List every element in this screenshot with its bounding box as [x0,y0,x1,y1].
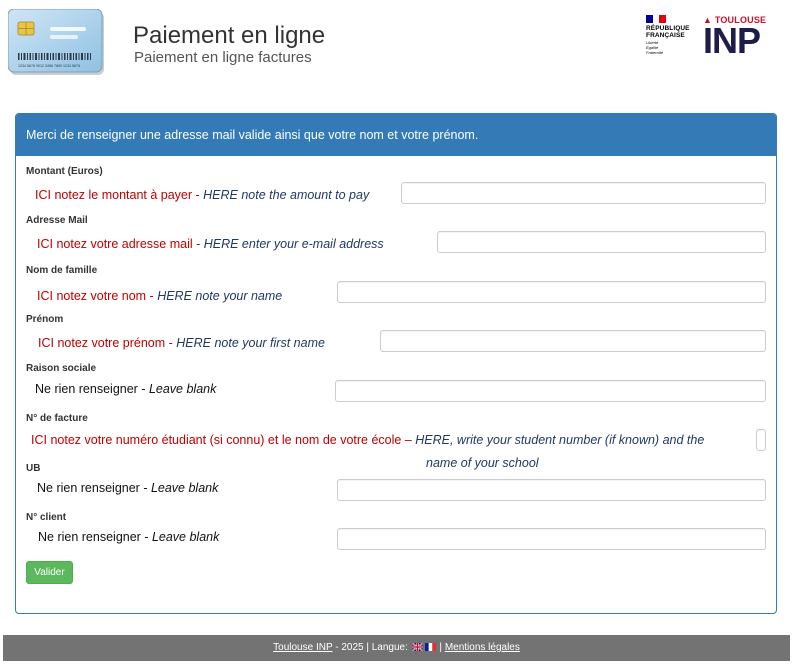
email-label: Adresse Mail [26,215,88,226]
company-input[interactable] [335,380,766,402]
client-number-input[interactable] [337,528,766,550]
firstname-input[interactable] [380,330,766,352]
ub-instruction: Ne rien renseigner - Leave blank [37,481,219,495]
invoice-number-instruction: ICI notez votre numéro étudiant (si conn… [31,433,705,447]
amount-label: Montant (Euros) [26,166,103,177]
legal-mentions-link[interactable]: Mentions légales [445,642,520,653]
email-instruction: ICI notez votre adresse mail - HERE ente… [37,237,384,251]
panel-heading: Merci de renseigner une adresse mail val… [16,114,776,156]
firstname-instruction: ICI notez votre prénom - HERE note your … [38,336,325,350]
client-number-label: N° client [26,512,67,523]
rf-line2: FRANÇAISE [646,32,685,39]
company-instruction: Ne rien renseigner - Leave blank [35,382,217,396]
ub-label: UB [26,463,41,474]
page-title: Paiement en ligne [133,22,326,49]
lastname-input[interactable] [337,281,766,303]
email-input[interactable] [437,231,766,253]
invoice-number-input[interactable] [756,429,766,451]
lastname-label: Nom de famille [26,265,98,276]
page-footer: Toulouse INP - 2025 | Langue: | Mentions… [3,635,790,661]
invoice-number-instruction-line2: name of your school [426,456,539,470]
french-flag-icon [646,15,667,23]
client-number-instruction: Ne rien renseigner - Leave blank [38,530,220,544]
card-number-text: 1234 5678 9012 3456 7890 1234 5678 [18,64,80,68]
company-label: Raison sociale [26,363,97,374]
ub-input[interactable] [337,479,766,501]
french-flag-mini-icon[interactable] [424,643,436,652]
uk-flag-icon[interactable] [411,643,423,652]
amount-instruction: ICI notez le montant à payer - HERE note… [35,188,370,202]
submit-button[interactable]: Valider [26,561,73,584]
page-header: 1234 5678 9012 3456 7890 1234 5678 Paiem… [0,0,794,95]
republique-francaise-logo: RÉPUBLIQUE FRANÇAISE Liberté Égalité Fra… [646,15,696,59]
rf-motto3: Fraternité [646,50,664,55]
rf-line1: RÉPUBLIQUE [646,25,690,32]
payment-form-panel: Merci de renseigner une adresse mail val… [15,113,777,614]
lastname-instruction: ICI notez votre nom - HERE note your nam… [37,289,283,303]
footer-year-text: - 2025 | Langue: [332,642,411,653]
footer-separator: | [436,642,445,653]
firstname-label: Prénom [26,314,64,325]
page-subtitle: Paiement en ligne factures [134,49,312,66]
inp-logo-main: INP [703,20,761,61]
credit-card-icon: 1234 5678 9012 3456 7890 1234 5678 [8,9,104,75]
toulouse-inp-link[interactable]: Toulouse INP [273,642,332,653]
invoice-number-label: N° de facture [26,413,88,424]
toulouse-inp-logo: ▲ TOULOUSE INP [703,15,771,61]
amount-input[interactable] [401,182,766,204]
